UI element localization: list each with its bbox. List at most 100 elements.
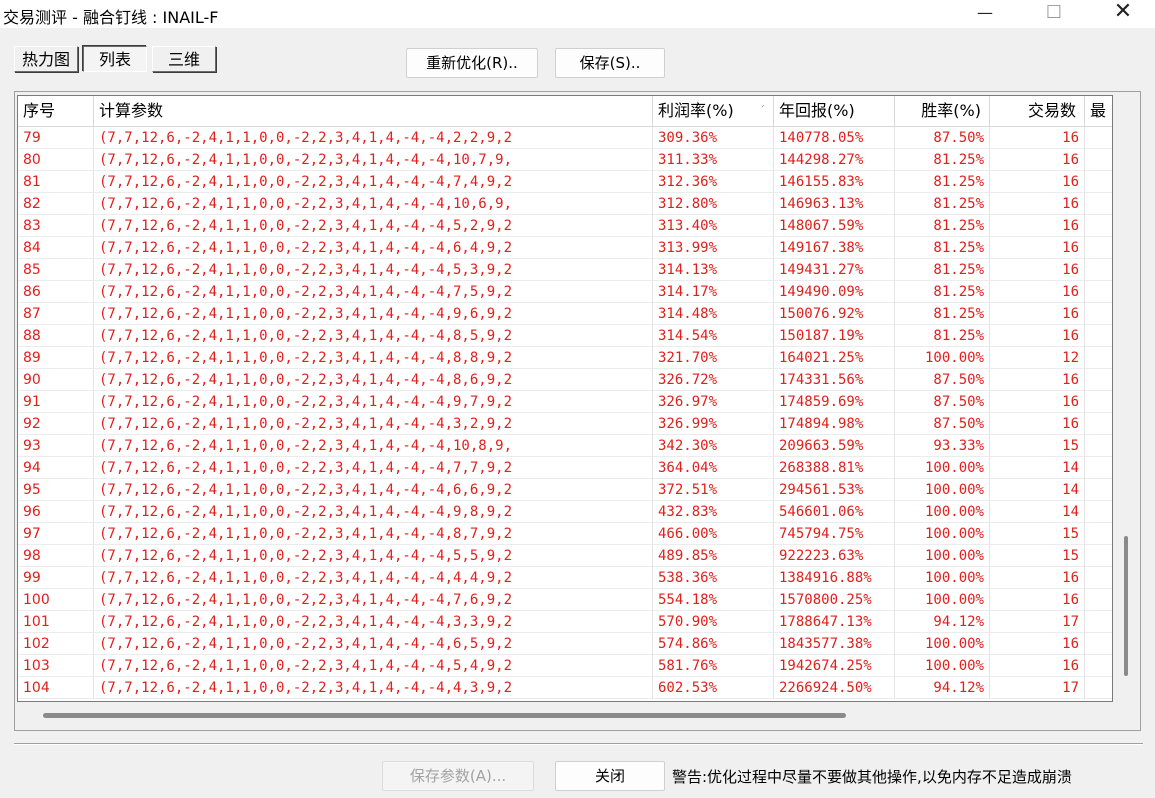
table-row[interactable]: 84 (7,7,12,6,-2,4,1,1,0,0,-2,2,3,4,1,4,-4…: [18, 237, 1112, 259]
column-header-seq[interactable]: 序号: [18, 96, 94, 126]
cell-params: (7,7,12,6,-2,4,1,1,0,0,-2,2,3,4,1,4,-4,-…: [94, 633, 653, 655]
cell-trade-count: 16: [990, 567, 1085, 589]
close-button[interactable]: 关闭: [555, 761, 665, 791]
cell-annual-return: 1788647.13%: [774, 611, 895, 633]
cell-params: (7,7,12,6,-2,4,1,1,0,0,-2,2,3,4,1,4,-4,-…: [94, 545, 653, 567]
cell-seq: 88: [18, 325, 94, 347]
column-header-extra[interactable]: 最: [1085, 96, 1112, 126]
cell-profit-rate: 554.18%: [653, 589, 774, 611]
cell-annual-return: 1843577.38%: [774, 633, 895, 655]
table-row[interactable]: 97 (7,7,12,6,-2,4,1,1,0,0,-2,2,3,4,1,4,-4…: [18, 523, 1112, 545]
table-row[interactable]: 101 (7,7,12,6,-2,4,1,1,0,0,-2,2,3,4,1,4,-…: [18, 611, 1112, 633]
cell-win-rate: 81.25%: [895, 237, 990, 259]
table-row[interactable]: 87 (7,7,12,6,-2,4,1,1,0,0,-2,2,3,4,1,4,-4…: [18, 303, 1112, 325]
cell-seq: 101: [18, 611, 94, 633]
cell-trade-count: 16: [990, 633, 1085, 655]
cell-trade-count: 16: [990, 281, 1085, 303]
results-table[interactable]: 序号 计算参数 利润率(%) ˊ 年回报(%) 胜率(%) 交易数 最 79 (7…: [17, 95, 1113, 702]
maximize-icon[interactable]: ☐: [1031, 0, 1077, 28]
table-row[interactable]: 93 (7,7,12,6,-2,4,1,1,0,0,-2,2,3,4,1,4,-4…: [18, 435, 1112, 457]
cell-extra: [1085, 479, 1112, 501]
cell-annual-return: 1570800.25%: [774, 589, 895, 611]
cell-seq: 97: [18, 523, 94, 545]
column-header-params[interactable]: 计算参数: [94, 96, 653, 126]
cell-trade-count: 16: [990, 237, 1085, 259]
cell-extra: [1085, 303, 1112, 325]
table-row[interactable]: 80 (7,7,12,6,-2,4,1,1,0,0,-2,2,3,4,1,4,-4…: [18, 149, 1112, 171]
table-row[interactable]: 94 (7,7,12,6,-2,4,1,1,0,0,-2,2,3,4,1,4,-4…: [18, 457, 1112, 479]
tab-list[interactable]: 列表: [83, 46, 147, 72]
table-row[interactable]: 89 (7,7,12,6,-2,4,1,1,0,0,-2,2,3,4,1,4,-4…: [18, 347, 1112, 369]
table-row[interactable]: 100 (7,7,12,6,-2,4,1,1,0,0,-2,2,3,4,1,4,-…: [18, 589, 1112, 611]
table-row[interactable]: 92 (7,7,12,6,-2,4,1,1,0,0,-2,2,3,4,1,4,-4…: [18, 413, 1112, 435]
table-row[interactable]: 90 (7,7,12,6,-2,4,1,1,0,0,-2,2,3,4,1,4,-4…: [18, 369, 1112, 391]
minimize-icon[interactable]: —: [962, 0, 1008, 28]
table-row[interactable]: 95 (7,7,12,6,-2,4,1,1,0,0,-2,2,3,4,1,4,-4…: [18, 479, 1112, 501]
table-row[interactable]: 98 (7,7,12,6,-2,4,1,1,0,0,-2,2,3,4,1,4,-4…: [18, 545, 1112, 567]
column-header-trade-count[interactable]: 交易数: [990, 96, 1085, 126]
cell-params: (7,7,12,6,-2,4,1,1,0,0,-2,2,3,4,1,4,-4,-…: [94, 127, 653, 149]
table-row[interactable]: 85 (7,7,12,6,-2,4,1,1,0,0,-2,2,3,4,1,4,-4…: [18, 259, 1112, 281]
cell-extra: [1085, 237, 1112, 259]
cell-seq: 87: [18, 303, 94, 325]
cell-trade-count: 16: [990, 171, 1085, 193]
column-header-win-rate[interactable]: 胜率(%): [895, 96, 990, 126]
cell-params: (7,7,12,6,-2,4,1,1,0,0,-2,2,3,4,1,4,-4,-…: [94, 325, 653, 347]
cell-win-rate: 100.00%: [895, 347, 990, 369]
close-icon[interactable]: ✕: [1100, 0, 1146, 28]
table-row[interactable]: 99 (7,7,12,6,-2,4,1,1,0,0,-2,2,3,4,1,4,-4…: [18, 567, 1112, 589]
cell-extra: [1085, 215, 1112, 237]
cell-params: (7,7,12,6,-2,4,1,1,0,0,-2,2,3,4,1,4,-4,-…: [94, 677, 653, 699]
cell-extra: [1085, 369, 1112, 391]
table-row[interactable]: 79 (7,7,12,6,-2,4,1,1,0,0,-2,2,3,4,1,4,-4…: [18, 127, 1112, 149]
table-row[interactable]: 82 (7,7,12,6,-2,4,1,1,0,0,-2,2,3,4,1,4,-4…: [18, 193, 1112, 215]
cell-profit-rate: 313.40%: [653, 215, 774, 237]
cell-extra: [1085, 611, 1112, 633]
table-row[interactable]: 91 (7,7,12,6,-2,4,1,1,0,0,-2,2,3,4,1,4,-4…: [18, 391, 1112, 413]
cell-annual-return: 174859.69%: [774, 391, 895, 413]
cell-annual-return: 144298.27%: [774, 149, 895, 171]
cell-annual-return: 140778.05%: [774, 127, 895, 149]
cell-win-rate: 81.25%: [895, 259, 990, 281]
cell-extra: [1085, 391, 1112, 413]
tab-heatmap[interactable]: 热力图: [14, 46, 78, 72]
cell-win-rate: 100.00%: [895, 523, 990, 545]
cell-seq: 102: [18, 633, 94, 655]
reoptimize-button[interactable]: 重新优化(R)..: [406, 48, 538, 78]
cell-extra: [1085, 501, 1112, 523]
cell-win-rate: 81.25%: [895, 193, 990, 215]
cell-profit-rate: 314.13%: [653, 259, 774, 281]
cell-win-rate: 100.00%: [895, 457, 990, 479]
cell-win-rate: 100.00%: [895, 567, 990, 589]
title-bar: 交易测评 - 融合钉线 : INAIL-F — ☐ ✕: [0, 0, 1155, 28]
cell-annual-return: 1384916.88%: [774, 567, 895, 589]
cell-trade-count: 16: [990, 369, 1085, 391]
cell-win-rate: 100.00%: [895, 501, 990, 523]
table-row[interactable]: 86 (7,7,12,6,-2,4,1,1,0,0,-2,2,3,4,1,4,-4…: [18, 281, 1112, 303]
save-params-button[interactable]: 保存参数(A)...: [382, 761, 534, 791]
vertical-scroll-thumb[interactable]: [1124, 536, 1128, 676]
cell-annual-return: 546601.06%: [774, 501, 895, 523]
save-button[interactable]: 保存(S)..: [555, 48, 665, 78]
cell-params: (7,7,12,6,-2,4,1,1,0,0,-2,2,3,4,1,4,-4,-…: [94, 215, 653, 237]
table-row[interactable]: 88 (7,7,12,6,-2,4,1,1,0,0,-2,2,3,4,1,4,-4…: [18, 325, 1112, 347]
column-header-profit-rate[interactable]: 利润率(%) ˊ: [653, 96, 774, 126]
table-row[interactable]: 102 (7,7,12,6,-2,4,1,1,0,0,-2,2,3,4,1,4,-…: [18, 633, 1112, 655]
cell-seq: 103: [18, 655, 94, 677]
horizontal-scroll-thumb[interactable]: [43, 713, 846, 718]
column-header-annual-return[interactable]: 年回报(%): [774, 96, 895, 126]
cell-win-rate: 100.00%: [895, 655, 990, 677]
tab-3d[interactable]: 三维: [152, 46, 216, 72]
cell-profit-rate: 581.76%: [653, 655, 774, 677]
cell-profit-rate: 312.36%: [653, 171, 774, 193]
table-row[interactable]: 104 (7,7,12,6,-2,4,1,1,0,0,-2,2,3,4,1,4,-…: [18, 677, 1112, 699]
table-row[interactable]: 81 (7,7,12,6,-2,4,1,1,0,0,-2,2,3,4,1,4,-4…: [18, 171, 1112, 193]
table-row[interactable]: 83 (7,7,12,6,-2,4,1,1,0,0,-2,2,3,4,1,4,-4…: [18, 215, 1112, 237]
table-row[interactable]: 103 (7,7,12,6,-2,4,1,1,0,0,-2,2,3,4,1,4,-…: [18, 655, 1112, 677]
cell-win-rate: 81.25%: [895, 303, 990, 325]
cell-annual-return: 146963.13%: [774, 193, 895, 215]
cell-win-rate: 87.50%: [895, 127, 990, 149]
table-row[interactable]: 96 (7,7,12,6,-2,4,1,1,0,0,-2,2,3,4,1,4,-4…: [18, 501, 1112, 523]
cell-win-rate: 100.00%: [895, 545, 990, 567]
cell-params: (7,7,12,6,-2,4,1,1,0,0,-2,2,3,4,1,4,-4,-…: [94, 435, 653, 457]
